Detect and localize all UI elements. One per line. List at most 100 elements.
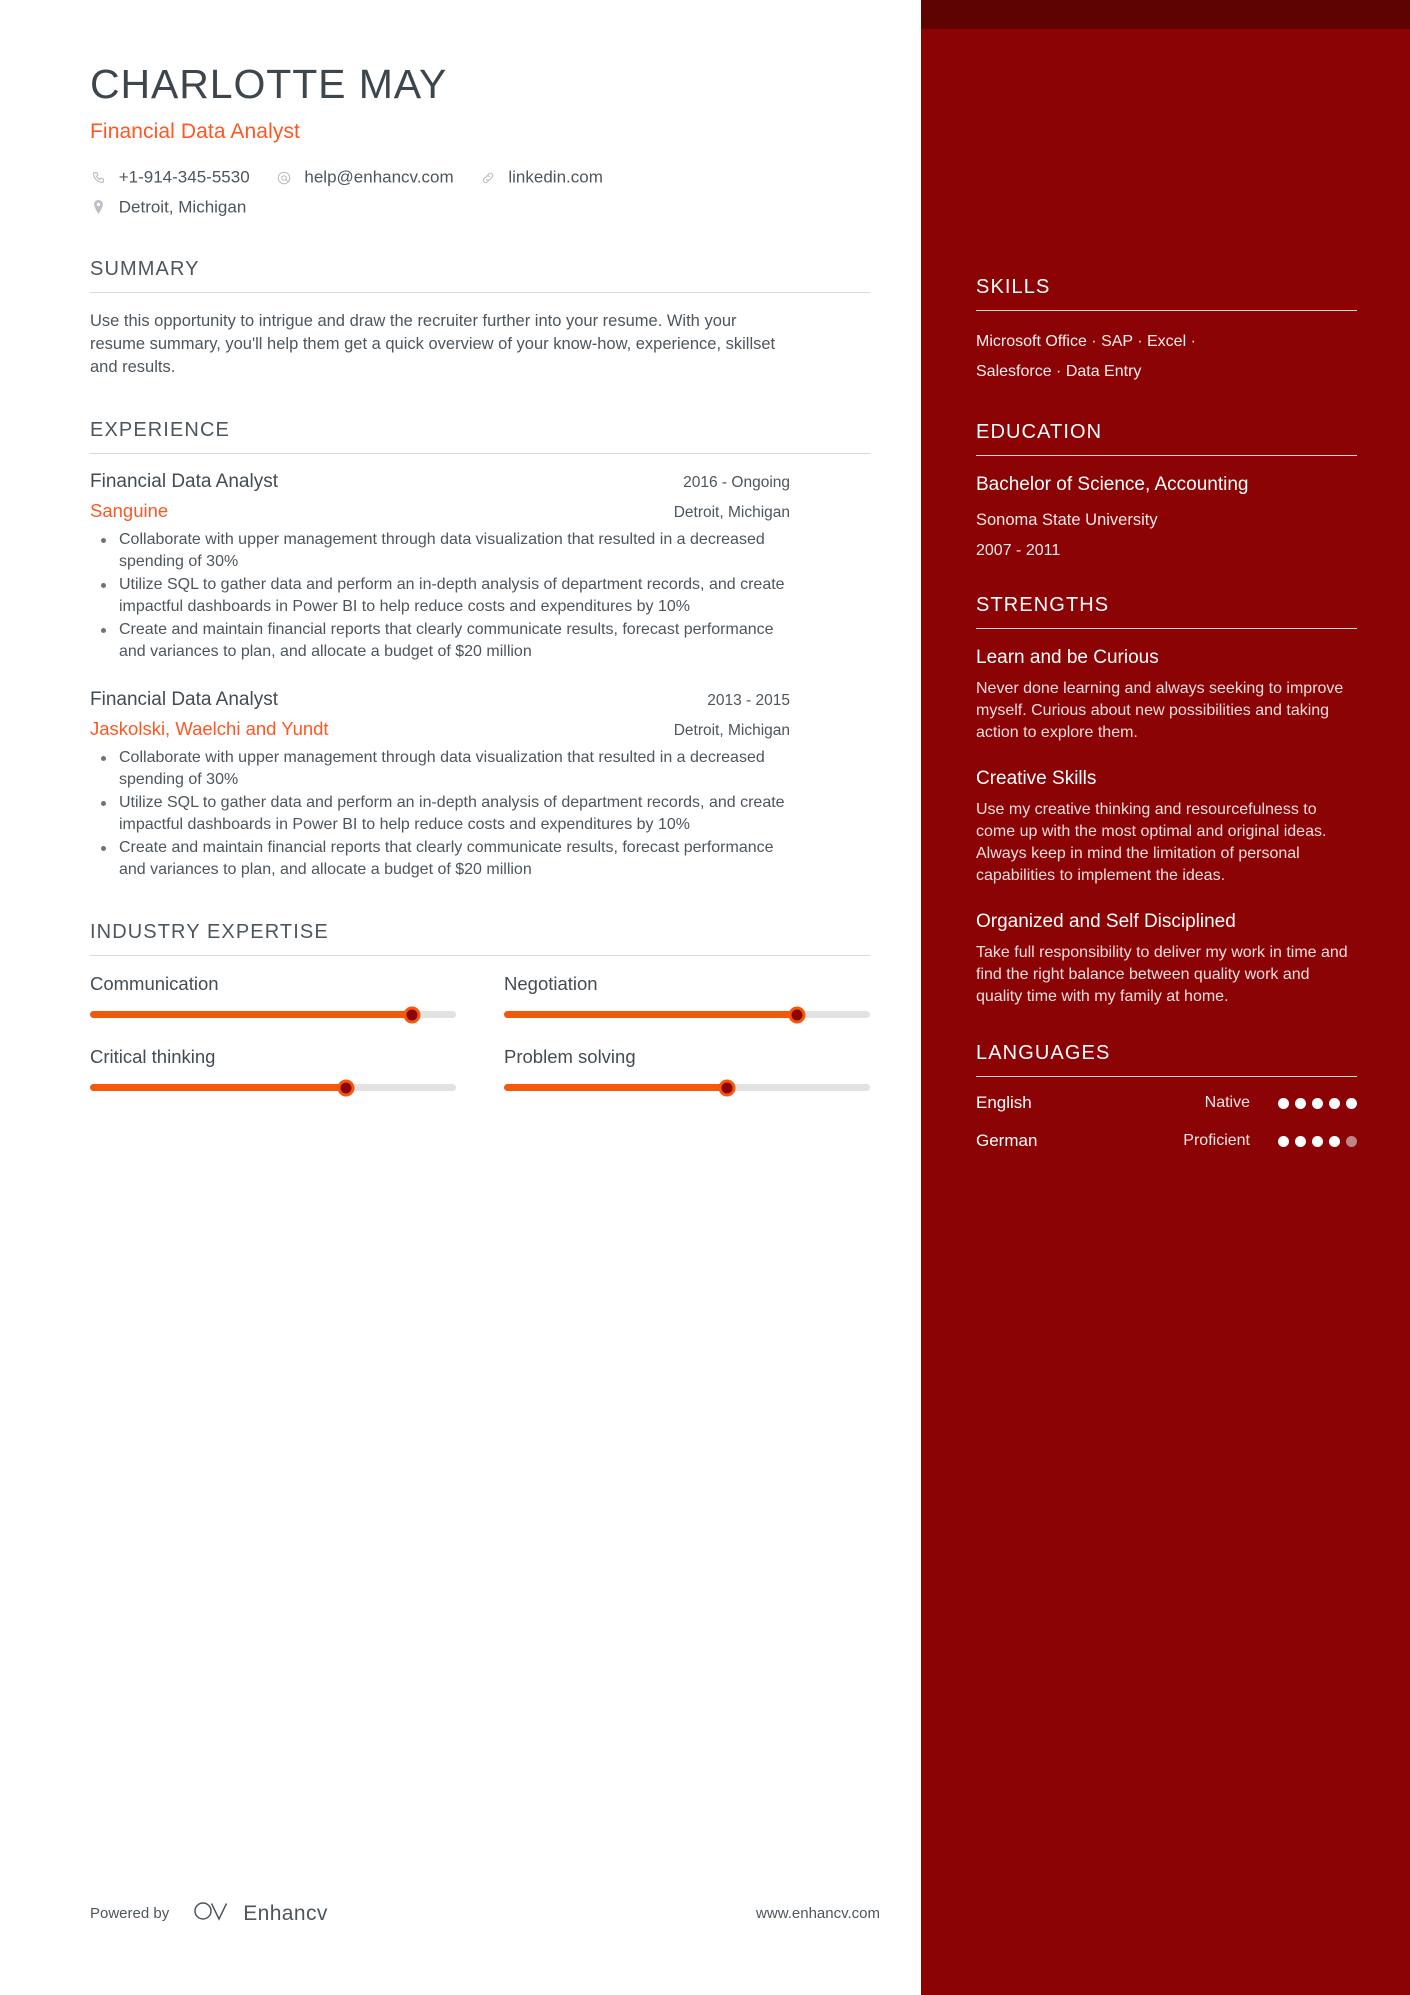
- strength-name: Organized and Self Disciplined: [976, 911, 1236, 932]
- language-rating: [1272, 1097, 1357, 1109]
- contact-row-location: Detroit, Michigan: [90, 196, 870, 219]
- language-rating: [1272, 1135, 1357, 1147]
- experience-bullets: Collaborate with upper management throug…: [90, 529, 790, 663]
- experience-heading: EXPERIENCE: [90, 419, 230, 442]
- link-icon: [480, 171, 497, 185]
- strengths-heading: STRENGTHS: [976, 594, 1110, 616]
- experience-entry: Financial Data Analyst 2016 - Ongoing Sa…: [90, 471, 870, 663]
- expertise-slider-thumb[interactable]: [337, 1079, 355, 1097]
- summary-text: Use this opportunity to intrigue and dra…: [90, 312, 776, 377]
- rating-dot: [1295, 1135, 1306, 1147]
- skills-line: Salesforce · Data Entry: [976, 363, 1142, 380]
- section-languages: LANGUAGES English Native German Proficie…: [976, 1042, 1357, 1151]
- expertise-slider[interactable]: [504, 1079, 870, 1097]
- section-experience: EXPERIENCE Financial Data Analyst 2016 -…: [90, 419, 870, 881]
- summary-divider: [90, 292, 870, 294]
- language-row: German Proficient: [976, 1131, 1357, 1151]
- expertise-slider-fill: [90, 1084, 347, 1092]
- expertise-slider-fill: [504, 1084, 728, 1092]
- languages-divider: [976, 1076, 1357, 1077]
- strength-item: Creative Skills Use my creative thinking…: [976, 766, 1357, 887]
- experience-company-row: Sanguine Detroit, Michigan: [90, 493, 790, 522]
- enhancv-wordmark: Enhancv: [243, 1901, 328, 1925]
- rating-dot: [1278, 1135, 1289, 1147]
- job-title: Financial Data Analyst: [90, 120, 300, 144]
- contact-details: +1-914-345-5530 help@enhancv.com linkedi…: [90, 166, 870, 218]
- footer-url[interactable]: www.enhancv.com: [756, 1905, 880, 1922]
- section-summary: SUMMARY Use this opportunity to intrigue…: [90, 258, 870, 379]
- resume-page: CHARLOTTE MAY Financial Data Analyst +1-…: [0, 0, 1410, 1995]
- industry-expertise-heading: INDUSTRY EXPERTISE: [90, 921, 329, 944]
- contact-link-text: linkedin.com: [508, 167, 603, 187]
- experience-bullet: Collaborate with upper management throug…: [90, 747, 790, 791]
- experience-company-row: Jaskolski, Waelchi and Yundt Detroit, Mi…: [90, 711, 790, 740]
- rating-dot: [1312, 1135, 1323, 1147]
- expertise-label: Critical thinking: [90, 1046, 216, 1068]
- resume-header: CHARLOTTE MAY Financial Data Analyst +1-…: [90, 61, 870, 218]
- expertise-item: Negotiation: [504, 973, 870, 1024]
- rating-dot: [1329, 1135, 1340, 1147]
- enhancv-mark-icon: [193, 1900, 233, 1927]
- experience-bullet: Utilize SQL to gather data and perform a…: [90, 574, 790, 618]
- experience-date: 2013 - 2015: [707, 692, 790, 710]
- contact-row-primary: +1-914-345-5530 help@enhancv.com linkedi…: [90, 166, 870, 189]
- experience-company[interactable]: Jaskolski, Waelchi and Yundt: [90, 718, 329, 740]
- page-title: CHARLOTTE MAY: [90, 61, 448, 107]
- experience-role-row: Financial Data Analyst 2013 - 2015: [90, 689, 790, 711]
- phone-icon: [90, 171, 107, 184]
- section-skills: SKILLS Microsoft Office · SAP · Excel · …: [976, 276, 1357, 387]
- experience-role-row: Financial Data Analyst 2016 - Ongoing: [90, 471, 790, 493]
- strength-description: Use my creative thinking and resourceful…: [976, 801, 1327, 884]
- expertise-slider[interactable]: [90, 1079, 456, 1097]
- experience-location: Detroit, Michigan: [673, 722, 790, 740]
- expertise-slider[interactable]: [90, 1006, 456, 1024]
- rating-dot: [1329, 1097, 1340, 1109]
- section-strengths: STRENGTHS Learn and be Curious Never don…: [976, 594, 1357, 1008]
- experience-divider: [90, 453, 870, 455]
- language-name: German: [976, 1131, 1038, 1150]
- education-heading: EDUCATION: [976, 421, 1103, 443]
- contact-location-text: Detroit, Michigan: [118, 197, 247, 217]
- expertise-item: Communication: [90, 973, 456, 1024]
- location-icon: [90, 200, 107, 215]
- expertise-slider-thumb[interactable]: [788, 1006, 806, 1024]
- skills-divider: [976, 310, 1357, 311]
- contact-link[interactable]: linkedin.com: [480, 166, 603, 189]
- languages-heading: LANGUAGES: [976, 1042, 1111, 1064]
- sidebar: SKILLS Microsoft Office · SAP · Excel · …: [921, 0, 1410, 1995]
- strength-description: Take full responsibility to deliver my w…: [976, 944, 1348, 1005]
- industry-expertise-divider: [90, 955, 870, 957]
- contact-location: Detroit, Michigan: [90, 196, 246, 219]
- expertise-label: Problem solving: [504, 1046, 636, 1068]
- contact-email[interactable]: help@enhancv.com: [276, 166, 454, 189]
- rating-dot: [1312, 1097, 1323, 1109]
- experience-bullets: Collaborate with upper management throug…: [90, 747, 790, 881]
- expertise-slider-fill: [90, 1011, 413, 1019]
- rating-dot: [1295, 1097, 1306, 1109]
- expertise-slider-grid: Communication Negotiation Critical think…: [90, 973, 870, 1119]
- expertise-item: Critical thinking: [90, 1046, 456, 1097]
- skills-heading: SKILLS: [976, 276, 1051, 298]
- expertise-item: Problem solving: [504, 1046, 870, 1097]
- skills-line: Microsoft Office · SAP · Excel ·: [976, 333, 1196, 350]
- education-years: 2007 - 2011: [976, 542, 1061, 559]
- experience-bullet: Create and maintain financial reports th…: [90, 619, 790, 663]
- experience-bullet: Create and maintain financial reports th…: [90, 837, 790, 881]
- expertise-slider-thumb[interactable]: [403, 1006, 421, 1024]
- experience-date: 2016 - Ongoing: [683, 474, 790, 492]
- expertise-slider-thumb[interactable]: [718, 1079, 736, 1097]
- strength-description: Never done learning and always seeking t…: [976, 680, 1344, 741]
- main-column: CHARLOTTE MAY Financial Data Analyst +1-…: [0, 0, 921, 1995]
- rating-dot: [1346, 1097, 1357, 1109]
- summary-heading: SUMMARY: [90, 258, 200, 281]
- expertise-slider[interactable]: [504, 1006, 870, 1024]
- strength-name: Learn and be Curious: [976, 647, 1159, 668]
- language-level: Proficient: [1183, 1132, 1250, 1149]
- contact-phone[interactable]: +1-914-345-5530: [90, 166, 250, 189]
- contact-email-text: help@enhancv.com: [304, 167, 454, 187]
- experience-role: Financial Data Analyst: [90, 471, 278, 493]
- experience-company[interactable]: Sanguine: [90, 500, 168, 522]
- enhancv-logo: Enhancv: [193, 1900, 328, 1927]
- strength-name: Creative Skills: [976, 768, 1097, 789]
- rating-dot: [1278, 1097, 1289, 1109]
